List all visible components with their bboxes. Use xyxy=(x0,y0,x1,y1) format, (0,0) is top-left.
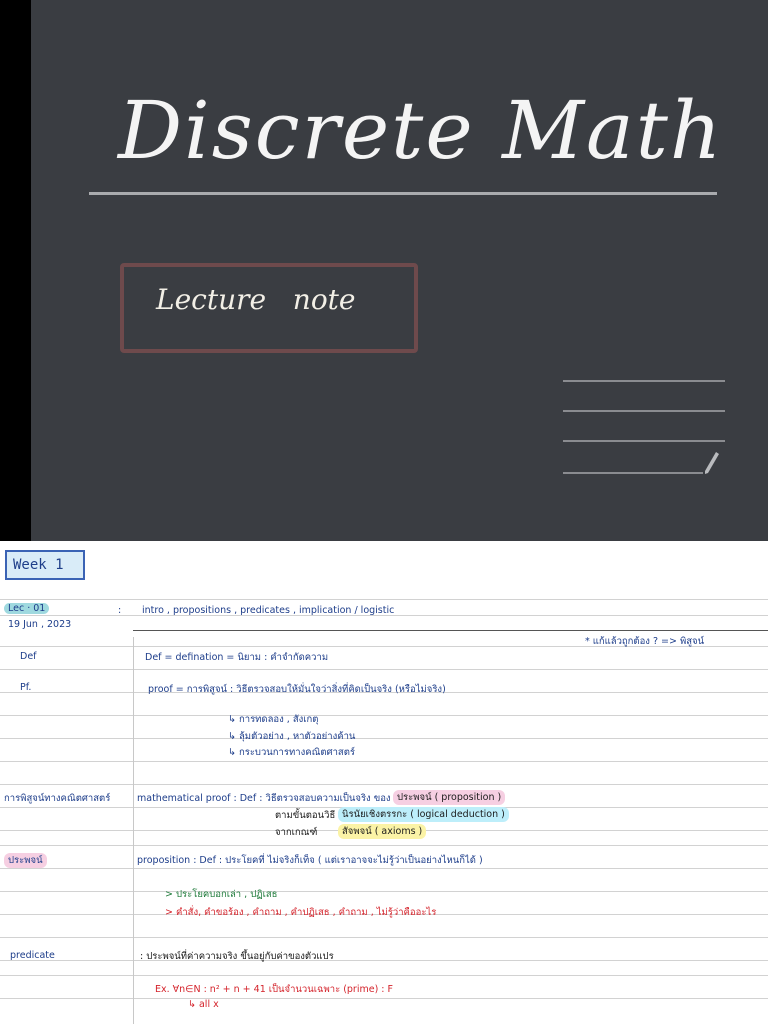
proof-method-2: ↳ ลุ้มตัวอย่าง , หาตัวอย่างค้าน xyxy=(228,731,356,742)
predicate-label: predicate xyxy=(10,950,55,961)
math-proof-label: การพิสูจน์ทางคณิตศาสตร์ xyxy=(4,793,111,804)
math-proof-text: mathematical proof : Def : วิธีตรวจสอบคว… xyxy=(137,793,391,804)
cover-title: Discrete Math xyxy=(118,84,724,177)
math-proof-line2: ตามขั้นตอนวิธี xyxy=(275,810,336,821)
ruled-line xyxy=(0,599,768,600)
ruled-line xyxy=(0,784,768,785)
lecture-topics: intro , propositions , predicates , impl… xyxy=(142,605,395,616)
ruled-line xyxy=(0,669,768,670)
ruled-line xyxy=(0,937,768,938)
name-line-2 xyxy=(563,410,725,412)
notebook-cover: Discrete Math Lecture note xyxy=(0,0,768,541)
predicate-example: Ex. ∀n∈N : n² + n + 41 เป็นจำนวนเฉพาะ (p… xyxy=(155,984,393,995)
def-text: Def = defination = นิยาม : คำจำกัดความ xyxy=(145,652,329,663)
logical-deduction-highlight: นิรนัยเชิงตรรกะ ( logical deduction ) xyxy=(338,807,509,822)
pencil-icon xyxy=(705,452,719,474)
math-proof-line3: จากเกณฑ์ xyxy=(275,827,318,838)
proof-text: proof = การพิสูจน์ : วิธีตรวจสอบให้มั่นใ… xyxy=(148,684,446,695)
lecture-date: 19 Jun , 2023 xyxy=(8,619,72,630)
ruled-line xyxy=(0,960,768,961)
predicate-text: : ประพจน์ที่ค่าความจริง ขึ้นอยู่กับค่าขอ… xyxy=(140,951,334,962)
predicate-example-note: ↳ all x xyxy=(188,999,219,1010)
proposition-no: > คำสั่ง, คำขอร้อง , คำถาม , คำปฏิเสธ , … xyxy=(165,907,437,918)
lecture-note-label: Lecture note xyxy=(156,283,356,316)
def-label: Def xyxy=(20,651,37,662)
ruled-line xyxy=(0,738,768,739)
margin-question: * แก้แล้วถูกต้อง ? => พิสูจน์ xyxy=(585,636,705,647)
proposition-yes: > ประโยคบอกเล่า , ปฏิเสธ xyxy=(165,889,278,900)
proposition-highlight: ประพจน์ ( proposition ) xyxy=(393,790,506,805)
ruled-line xyxy=(0,891,768,892)
proposition-label: ประพจน์ xyxy=(4,853,47,868)
name-line-1 xyxy=(563,380,725,382)
title-underline xyxy=(89,192,717,195)
proposition-text: proposition : Def : ประโยคที่ ไม่จริงก็เ… xyxy=(137,855,483,866)
ruled-line xyxy=(0,845,768,846)
ruled-line xyxy=(0,715,768,716)
axioms-highlight: สัจพจน์ ( axioms ) xyxy=(338,824,427,839)
proof-label: Pf. xyxy=(20,682,32,693)
topics-colon: : xyxy=(118,605,122,616)
proof-method-3: ↳ กระบวนการทางคณิตศาสตร์ xyxy=(228,747,355,758)
ruled-line xyxy=(0,975,768,976)
lecture-number: Lec · 01 xyxy=(4,603,50,614)
name-line-3 xyxy=(563,440,725,442)
week-label: Week 1 xyxy=(5,550,85,580)
header-divider xyxy=(133,630,768,631)
ruled-line xyxy=(0,868,768,869)
ruled-line xyxy=(0,998,768,999)
notes-page: Week 1 Lec · 01 19 Jun , 2023 : intro , … xyxy=(0,545,768,1024)
name-line-4 xyxy=(563,472,703,474)
margin-line xyxy=(133,637,134,1024)
cover-spine xyxy=(0,0,31,541)
proof-method-1: ↳ การทดลอง , สังเกตุ xyxy=(228,714,319,725)
ruled-line xyxy=(0,761,768,762)
